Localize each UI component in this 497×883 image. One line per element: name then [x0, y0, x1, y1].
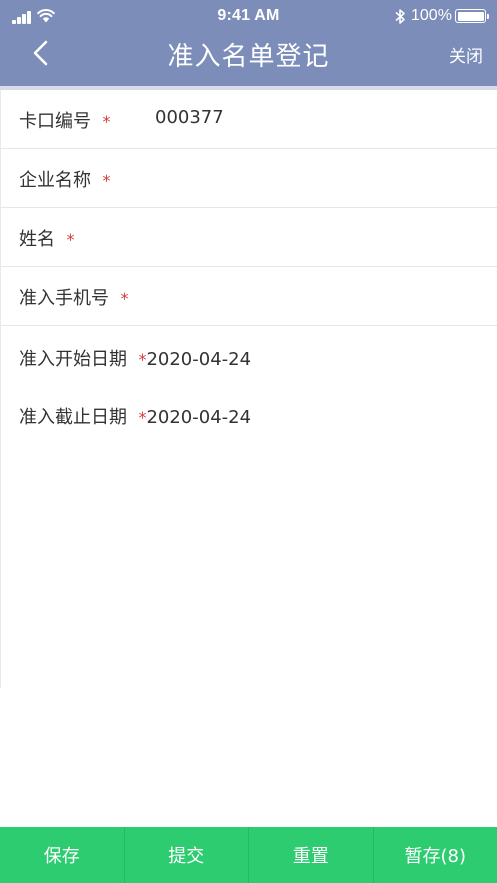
- draft-button[interactable]: 暂存(8): [374, 827, 497, 883]
- field-start-date[interactable]: 准入开始日期 *2020-04-24: [1, 328, 497, 387]
- page-title: 准入名单登记: [167, 42, 330, 72]
- status-bar: 9:41 AM 100%: [0, 0, 497, 33]
- battery-percentage: 100%: [411, 7, 452, 24]
- navigation-header: 9:41 AM 100% 准入名单登记 关闭: [0, 0, 497, 86]
- bluetooth-icon: [395, 9, 405, 24]
- field-phone-number[interactable]: 准入手机号 *: [1, 267, 497, 326]
- registration-form: 卡口编号 * 000377 企业名称 * 姓名 * 准入手机号 * 准入开始日期…: [0, 90, 497, 688]
- field-value-start-date[interactable]: 2020-04-24: [146, 349, 251, 370]
- close-button[interactable]: 关闭: [449, 42, 483, 67]
- required-mark: *: [102, 112, 111, 131]
- submit-button[interactable]: 提交: [125, 827, 249, 883]
- field-name[interactable]: 姓名 *: [1, 208, 497, 267]
- save-button[interactable]: 保存: [0, 827, 125, 883]
- field-label: 准入开始日期 *2020-04-24: [19, 349, 252, 370]
- action-bar: 保存 提交 重置 暂存(8): [0, 827, 497, 883]
- field-checkpoint-number[interactable]: 卡口编号 * 000377: [1, 90, 497, 149]
- required-mark: *: [120, 289, 129, 308]
- field-end-date[interactable]: 准入截止日期 *2020-04-24: [1, 386, 497, 445]
- field-label: 准入截止日期 *2020-04-24: [19, 407, 252, 428]
- reset-button[interactable]: 重置: [249, 827, 374, 883]
- field-company-name[interactable]: 企业名称 *: [1, 149, 497, 208]
- required-mark: *: [66, 230, 75, 249]
- battery-icon: [455, 9, 489, 23]
- field-label: 姓名 *: [19, 229, 75, 250]
- field-value-end-date[interactable]: 2020-04-24: [146, 407, 251, 428]
- required-mark: *: [102, 171, 111, 190]
- field-label: 卡口编号 *: [19, 111, 111, 132]
- field-value-checkpoint-number[interactable]: 000377: [155, 107, 224, 128]
- field-label: 准入手机号 *: [19, 288, 129, 309]
- field-label: 企业名称 *: [19, 170, 111, 191]
